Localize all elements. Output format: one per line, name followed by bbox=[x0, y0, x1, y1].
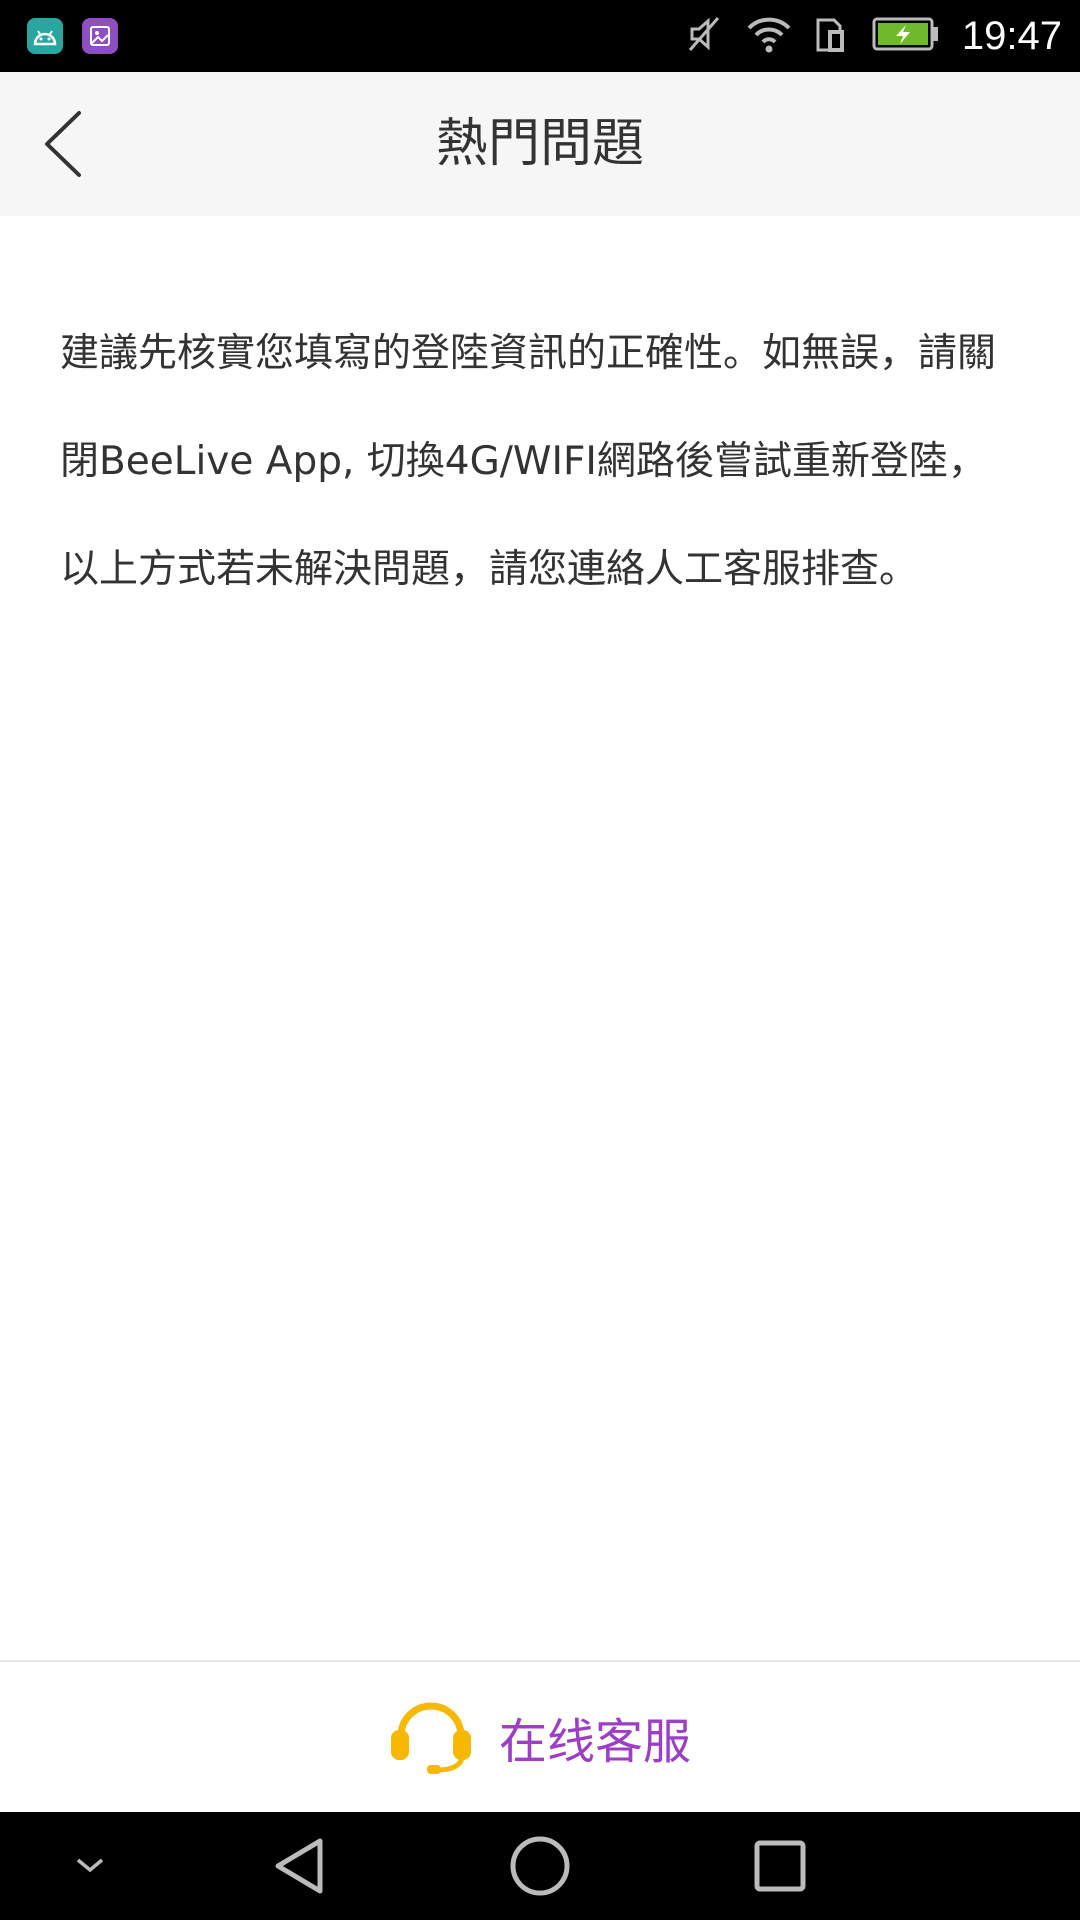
sim-icon bbox=[814, 14, 850, 58]
online-service-button[interactable]: 在线客服 bbox=[0, 1662, 1080, 1812]
header-bar: 熱門問題 bbox=[0, 72, 1080, 216]
android-app-icon bbox=[27, 18, 63, 54]
faq-answer-content: 建議先核實您填寫的登陸資訊的正確性。如無誤，請關閉BeeLive App, 切換… bbox=[60, 300, 1020, 624]
status-time: 19:47 bbox=[961, 13, 1062, 58]
nav-back-button[interactable] bbox=[260, 1812, 340, 1920]
back-triangle-icon bbox=[275, 1838, 323, 1894]
home-circle-icon bbox=[510, 1836, 570, 1896]
answer-text: 建議先核實您填寫的登陸資訊的正確性。如無誤，請關閉BeeLive App, 切換… bbox=[60, 331, 997, 592]
page-title: 熱門問題 bbox=[435, 114, 644, 174]
footer-bar: 在线客服 bbox=[0, 1660, 1080, 1812]
system-nav-bar bbox=[0, 1812, 1080, 1920]
gallery-app-icon bbox=[82, 18, 118, 54]
wifi-icon bbox=[746, 14, 792, 58]
status-bar: 19:47 bbox=[0, 0, 1080, 72]
battery-charging-icon bbox=[872, 16, 940, 56]
nav-recents-button[interactable] bbox=[740, 1812, 820, 1920]
mute-icon bbox=[684, 14, 724, 58]
recents-square-icon bbox=[754, 1840, 806, 1892]
online-service-label: 在线客服 bbox=[498, 1714, 691, 1770]
collapse-icon bbox=[76, 1858, 104, 1873]
nav-home-button[interactable] bbox=[500, 1812, 580, 1920]
back-button[interactable] bbox=[28, 104, 98, 184]
chevron-left-icon bbox=[45, 111, 81, 177]
headset-icon bbox=[389, 1696, 473, 1778]
status-icons: 19:47 bbox=[684, 0, 1062, 72]
collapse-button[interactable] bbox=[60, 1812, 120, 1920]
